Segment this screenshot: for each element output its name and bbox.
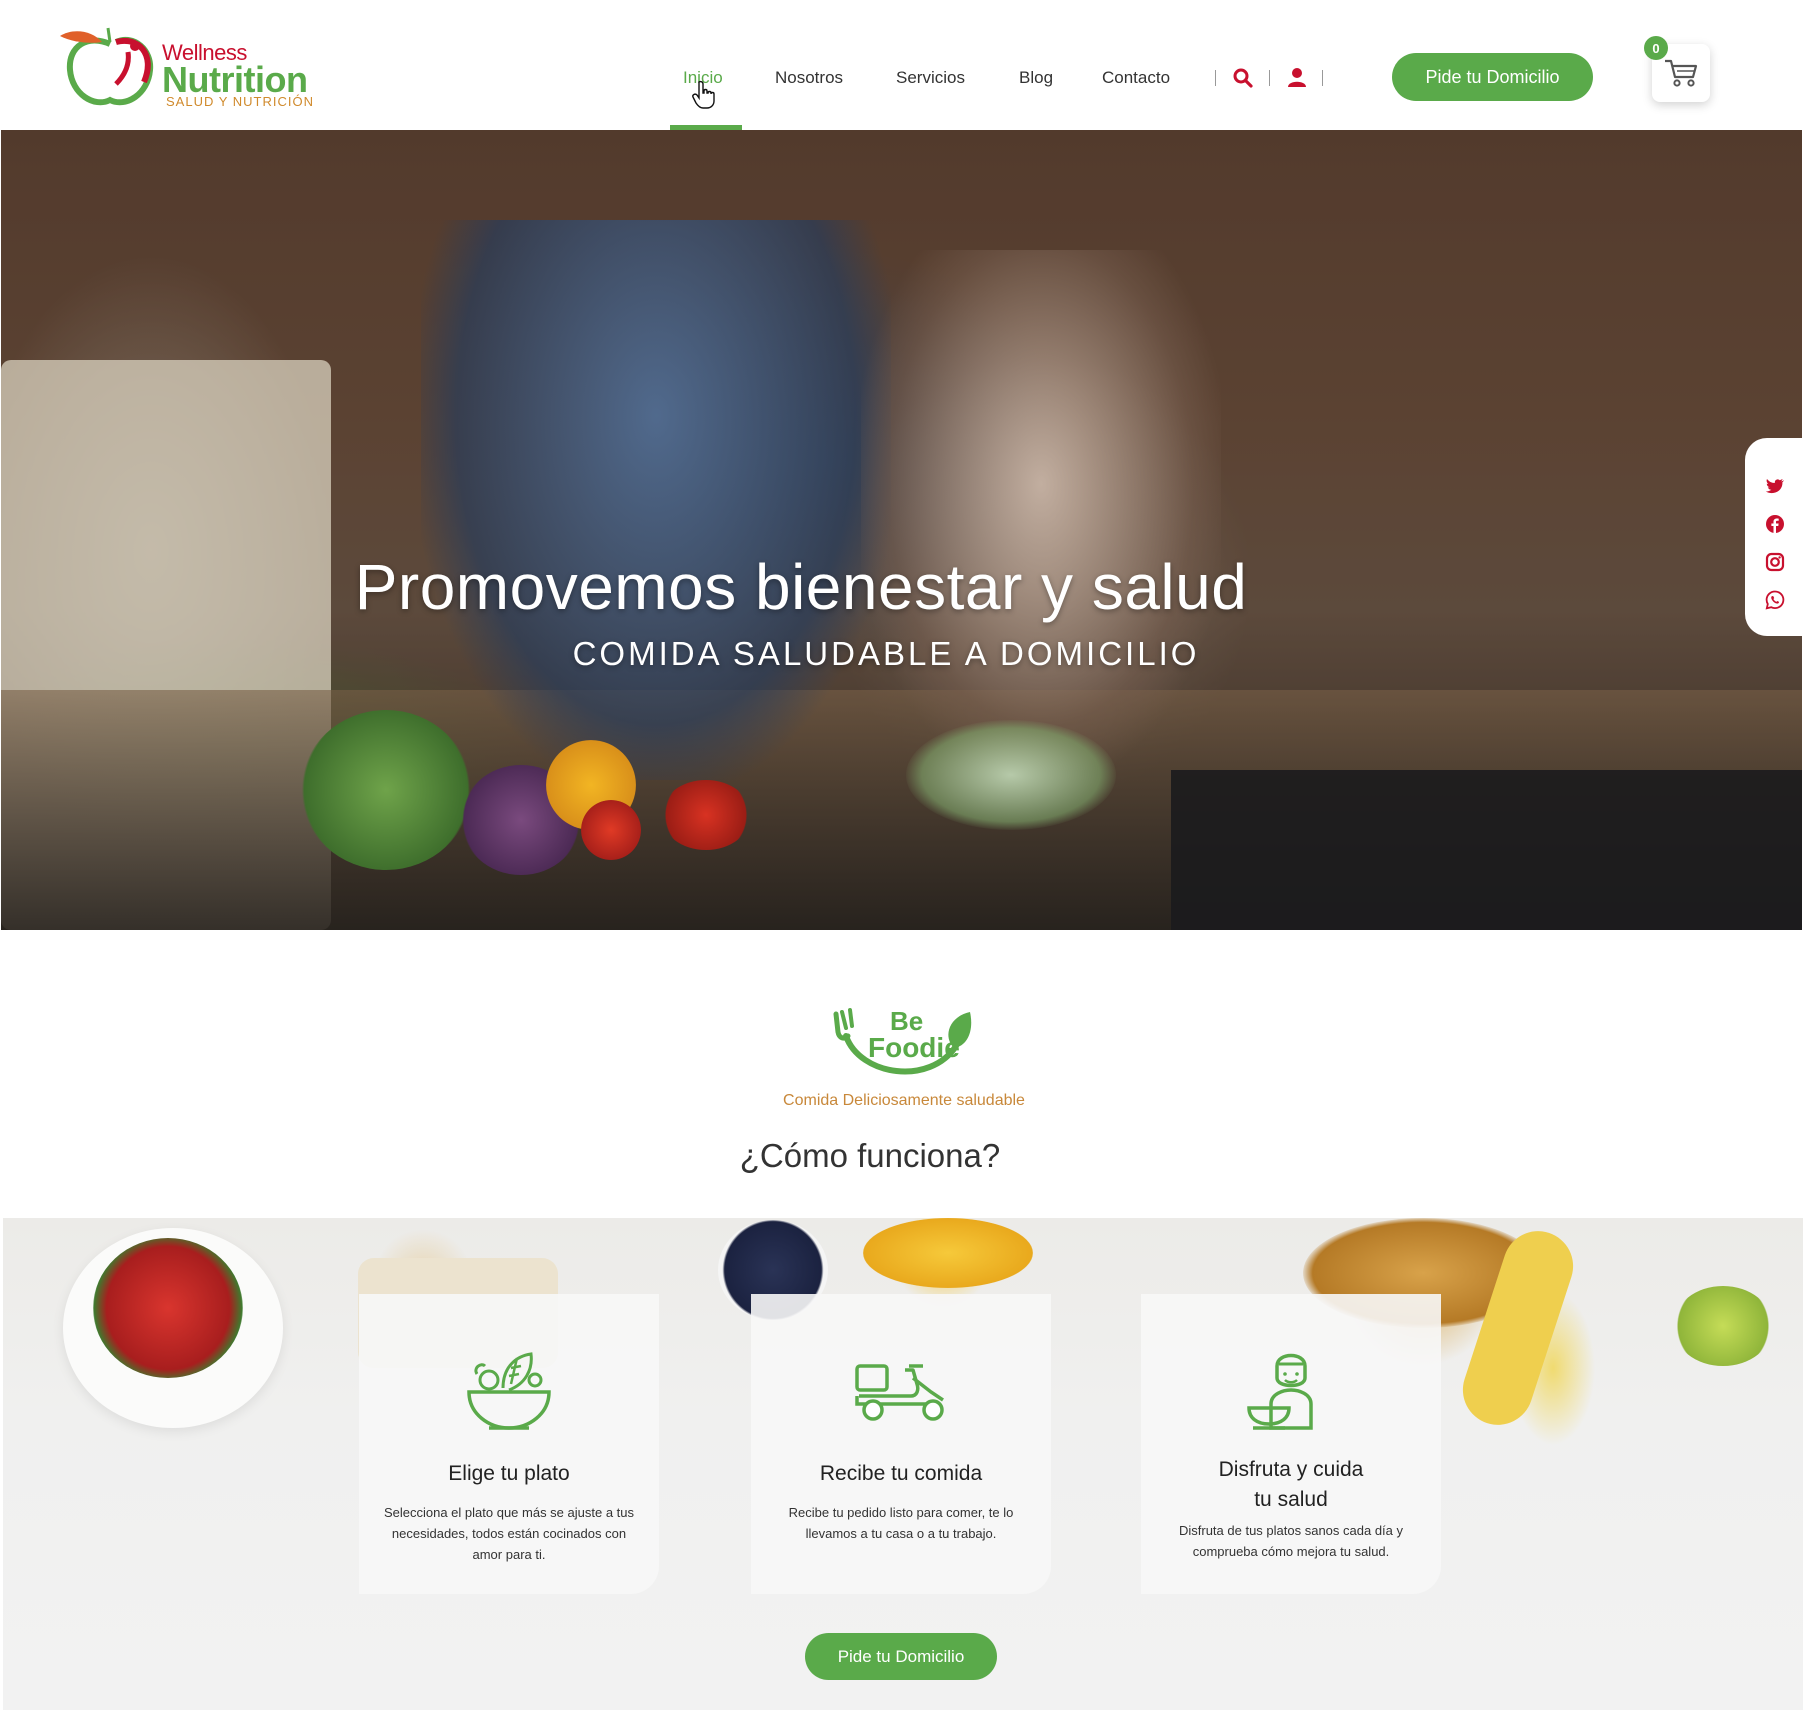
hero-title: Promovemos bienestar y salud: [354, 551, 1248, 623]
user-icon[interactable]: [1286, 66, 1308, 90]
facebook-icon[interactable]: [1765, 514, 1785, 534]
hero-subtitle: COMIDA SALUDABLE A DOMICILIO: [572, 635, 1200, 672]
hand-pointer-icon: [692, 80, 715, 109]
site-header: Wellness Nutrition SALUD Y NUTRICIÓN Ini…: [0, 0, 1803, 130]
apple-logo-icon: [60, 27, 154, 106]
cart-button[interactable]: 0: [1644, 36, 1710, 102]
lemons-shape: [863, 1218, 1033, 1288]
badge-foodie-text: Foodie: [868, 1032, 960, 1063]
delivery-scooter-icon: [855, 1364, 944, 1421]
nav-separator: [1269, 70, 1270, 86]
man-shape: [421, 220, 891, 780]
step-title: Elige tu plato: [448, 1462, 570, 1485]
step-card-choose: Elige tu plato Selecciona el plato que m…: [359, 1294, 659, 1594]
nav-separator: [1322, 70, 1323, 86]
nav-blog[interactable]: Blog: [1019, 68, 1053, 88]
order-delivery-button[interactable]: Pide tu Domicilio: [1392, 53, 1593, 101]
step-card-receive: Recibe tu comida Recibe tu pedido listo …: [751, 1294, 1051, 1594]
step-card-enjoy: Disfruta y cuida tu salud Disfruta de tu…: [1141, 1294, 1441, 1594]
step-description: Recibe tu pedido listo para comer, te lo…: [788, 1505, 1014, 1541]
be-foodie-badge: Be Foodie: [830, 1006, 980, 1096]
step-description: Disfruta de tus platos sanos cada día y …: [1178, 1523, 1403, 1559]
shopping-cart-icon: [1665, 59, 1698, 87]
nav-separator: [1215, 70, 1216, 86]
instagram-icon[interactable]: [1765, 552, 1785, 572]
step-description: Selecciona el plato que más se ajuste a …: [383, 1505, 635, 1562]
section-heading: ¿Cómo funciona?: [739, 1137, 1001, 1174]
search-icon[interactable]: [1232, 66, 1254, 90]
nav-nosotros[interactable]: Nosotros: [775, 68, 843, 88]
tomato-shape: [661, 780, 751, 850]
whatsapp-icon[interactable]: [1765, 590, 1785, 610]
twitter-icon[interactable]: [1765, 476, 1785, 496]
brand-tagline: SALUD Y NUTRICIÓN: [166, 94, 314, 109]
tomato-shape: [581, 800, 641, 860]
stovetop-shape: [1171, 770, 1802, 930]
salad-bowl-icon: [467, 1352, 551, 1430]
step-title-line2: tu salud: [1254, 1488, 1328, 1511]
chef-icon: [1247, 1353, 1313, 1430]
nav-contacto[interactable]: Contacto: [1102, 68, 1170, 88]
broccoli-shape: [301, 710, 471, 870]
social-sidebar: [1745, 438, 1803, 636]
step-title: Recibe tu comida: [819, 1462, 983, 1485]
nav-servicios[interactable]: Servicios: [896, 68, 965, 88]
brand-logo[interactable]: Wellness Nutrition SALUD Y NUTRICIÓN: [58, 24, 318, 112]
badge-tagline: Comida Deliciosamente saludable: [783, 1092, 1025, 1109]
lime-shape: [1673, 1286, 1773, 1366]
woman-shape: [861, 250, 1221, 770]
cart-count-badge: 0: [1644, 36, 1668, 60]
strawberries-shape: [93, 1238, 243, 1378]
step-title-line1: Disfruta y cuida: [1218, 1458, 1364, 1481]
salad-bowl-shape: [906, 720, 1116, 830]
order-delivery-bottom-button[interactable]: Pide tu Domicilio: [805, 1633, 997, 1680]
hero-banner: Promovemos bienestar y salud COMIDA SALU…: [1, 130, 1802, 930]
